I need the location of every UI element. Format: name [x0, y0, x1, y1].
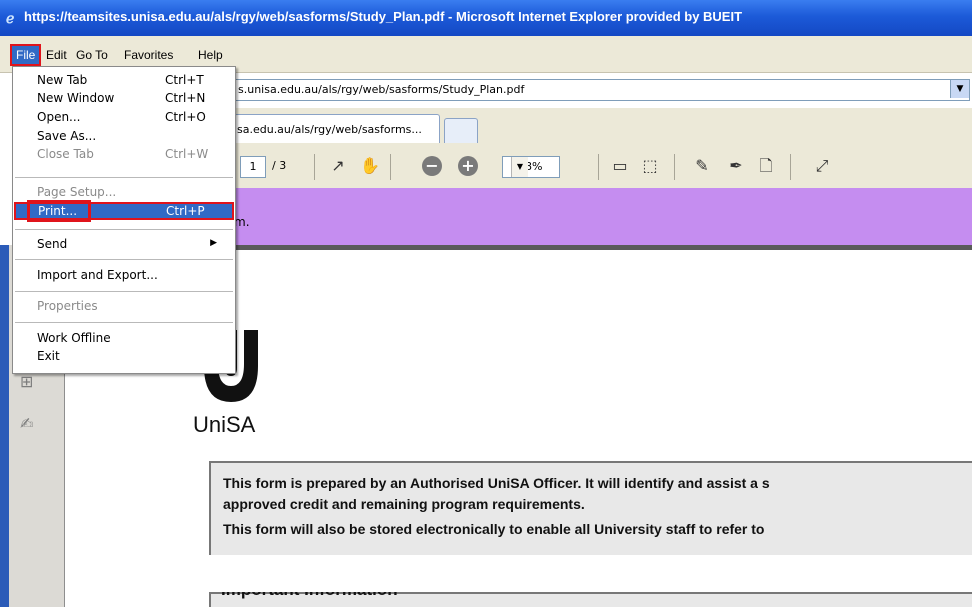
message-bar: m. — [234, 188, 972, 245]
menu-file[interactable]: File — [9, 44, 42, 66]
menu-separator — [15, 259, 233, 260]
toolbar-separator — [674, 154, 675, 180]
menu-separator — [15, 322, 233, 323]
menu-item-send[interactable]: Send ▶ — [13, 235, 235, 253]
menu-item-label: Save As... — [37, 129, 97, 143]
menu-item-page-setup: Page Setup... — [13, 183, 235, 201]
menu-item-label: Open... — [37, 110, 81, 124]
address-bar: s.unisa.edu.au/als/rgy/web/sasforms/Stud… — [234, 77, 972, 101]
page-number-input[interactable]: 1 — [240, 156, 266, 178]
menu-separator — [15, 229, 233, 230]
select-tool-icon[interactable]: ↗ — [326, 154, 350, 178]
window-border — [0, 245, 9, 607]
menu-item-shortcut: Ctrl+W — [165, 147, 209, 161]
toolbar-separator — [390, 154, 391, 180]
tab-label: sa.edu.au/als/rgy/web/sasforms... — [237, 123, 422, 136]
new-tab-button[interactable] — [444, 118, 478, 143]
address-text: s.unisa.edu.au/als/rgy/web/sasforms/Stud… — [238, 83, 525, 96]
important-heading: Important Information — [221, 592, 398, 600]
menu-item-new-window[interactable]: New Window Ctrl+N — [13, 89, 235, 107]
menu-item-save-as[interactable]: Save As... — [13, 127, 235, 145]
title-bar: ℯ https://teamsites.unisa.edu.au/als/rgy… — [0, 0, 972, 36]
menu-item-label: Page Setup... — [37, 185, 117, 199]
important-section: Important Information — [209, 592, 972, 607]
signatures-icon[interactable]: ✍ — [20, 414, 33, 433]
menu-item-shortcut: Ctrl+N — [165, 91, 206, 105]
toolbar-separator — [790, 154, 791, 180]
zoom-select[interactable]: 118% ▼ — [502, 156, 560, 178]
toolbar-separator — [314, 154, 315, 180]
menu-item-work-offline[interactable]: Work Offline — [13, 329, 235, 347]
menu-item-label: Work Offline — [37, 331, 111, 345]
menu-item-shortcut: Ctrl+T — [165, 73, 204, 87]
menu-item-label: Close Tab — [37, 147, 94, 161]
menu-item-label: Properties — [37, 299, 98, 313]
menu-item-label: New Window — [37, 91, 115, 105]
zoom-in-icon[interactable]: + — [458, 156, 478, 176]
menu-item-label: New Tab — [37, 73, 88, 87]
menu-item-open[interactable]: Open... Ctrl+O — [13, 108, 235, 126]
address-dropdown-icon[interactable]: ▼ — [950, 80, 969, 98]
menu-item-shortcut: Ctrl+P — [166, 204, 205, 218]
ie-logo-icon: ℯ — [6, 10, 15, 26]
menu-item-new-tab[interactable]: New Tab Ctrl+T — [13, 71, 235, 89]
info-line-3: This form will also be stored electronic… — [223, 521, 765, 537]
menu-item-label: Import and Export... — [37, 268, 158, 282]
menu-separator — [15, 291, 233, 292]
menu-edit[interactable]: Edit — [46, 48, 67, 62]
window-title: https://teamsites.unisa.edu.au/als/rgy/w… — [24, 9, 743, 24]
address-input[interactable]: s.unisa.edu.au/als/rgy/web/sasforms/Stud… — [234, 79, 970, 101]
tab-row: sa.edu.au/als/rgy/web/sasforms... — [234, 108, 972, 144]
hand-tool-icon[interactable]: ✋ — [358, 154, 382, 178]
properties-icon[interactable]: 🗋 — [754, 154, 778, 178]
menu-help[interactable]: Help — [198, 48, 223, 62]
menu-item-shortcut: Ctrl+O — [165, 110, 206, 124]
menu-item-properties: Properties — [13, 297, 235, 315]
pages-icon[interactable]: ⊞ — [20, 372, 33, 391]
zoom-out-icon[interactable]: − — [422, 156, 442, 176]
page-total: / 3 — [272, 159, 287, 172]
menu-item-label: Exit — [37, 349, 60, 363]
edit-icon[interactable]: ✎ — [690, 154, 714, 178]
submenu-arrow-icon: ▶ — [210, 238, 217, 248]
menu-item-exit[interactable]: Exit — [13, 347, 235, 365]
pdf-toolbar: 1 / 3 ↗ ✋ − + 118% ▼ ▭ ⬚ ✎ ✒ 🗋 ⤢ — [234, 144, 972, 189]
expand-icon[interactable]: ⤢ — [810, 154, 834, 178]
fit-width-icon[interactable]: ⬚ — [638, 154, 662, 178]
info-line-1: This form is prepared by an Authorised U… — [223, 475, 770, 491]
zoom-dropdown-icon[interactable]: ▼ — [511, 157, 528, 177]
menu-separator — [15, 177, 233, 178]
sign-icon[interactable]: ✒ — [724, 154, 748, 178]
file-menu: New Tab Ctrl+T New Window Ctrl+N Open...… — [12, 66, 236, 374]
info-line-2: approved credit and remaining program re… — [223, 496, 585, 512]
fit-page-icon[interactable]: ▭ — [608, 154, 632, 178]
tab-study-plan[interactable]: sa.edu.au/als/rgy/web/sasforms... — [234, 114, 440, 143]
unisa-logo-text: UniSA — [193, 412, 256, 437]
message-text: m. — [234, 215, 250, 229]
info-box: This form is prepared by an Authorised U… — [209, 461, 972, 555]
print-highlight-box — [27, 200, 91, 222]
menu-item-import-export[interactable]: Import and Export... — [13, 266, 235, 284]
menu-item-label: Send — [37, 237, 68, 251]
menu-item-close-tab: Close Tab Ctrl+W — [13, 145, 235, 163]
menu-favorites[interactable]: Favorites — [124, 48, 173, 62]
toolbar-separator — [598, 154, 599, 180]
menu-go-to[interactable]: Go To — [76, 48, 108, 62]
